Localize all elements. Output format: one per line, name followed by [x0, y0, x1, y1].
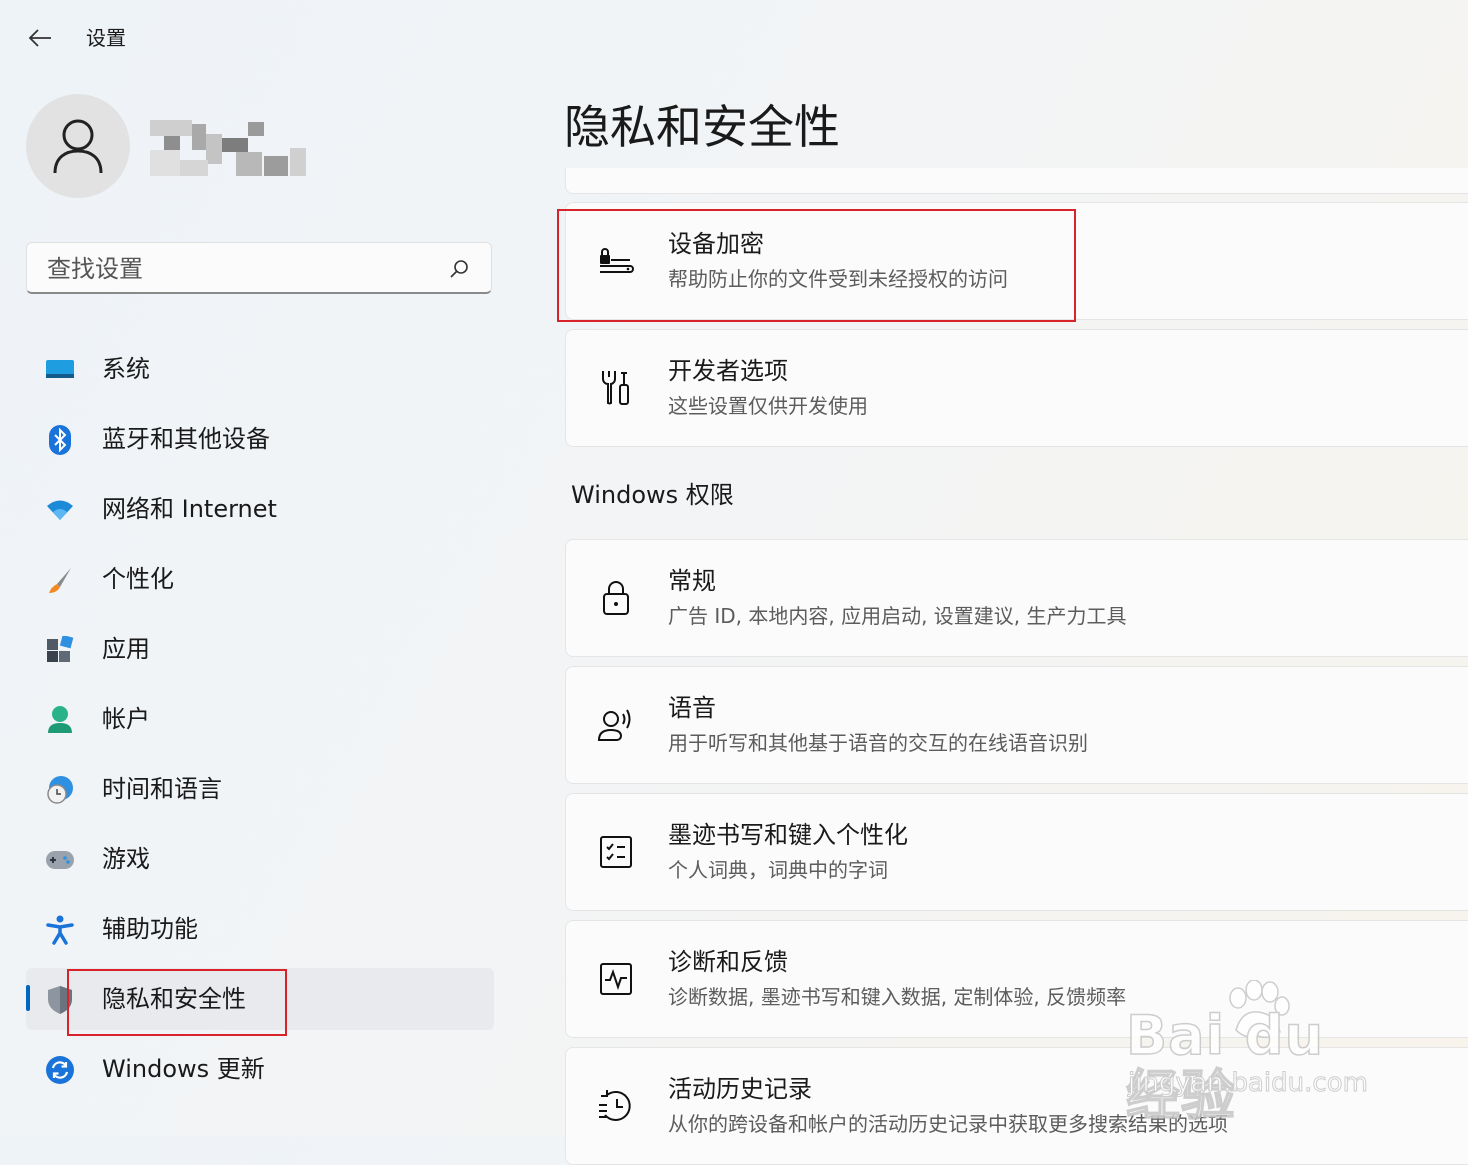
card-title: 开发者选项 [668, 357, 788, 385]
globe-clock-icon [44, 774, 76, 806]
sidebar-item-label: 游戏 [102, 845, 150, 873]
account-icon [44, 704, 76, 736]
sidebar-item-gaming[interactable]: 游戏 [26, 828, 494, 890]
person-icon [53, 119, 103, 174]
sidebar-item-label: 蓝牙和其他设备 [102, 425, 270, 453]
ink-typing-icon [596, 832, 636, 872]
card-developer-options[interactable]: 开发者选项 这些设置仅供开发使用 [565, 329, 1468, 447]
card-inking-typing[interactable]: 墨迹书写和键入个性化 个人词典，词典中的字词 [565, 793, 1468, 911]
card-subtitle: 广告 ID, 本地内容, 应用启动, 设置建议, 生产力工具 [668, 604, 1127, 628]
card-title: 语音 [668, 694, 716, 722]
card-title: 诊断和反馈 [668, 948, 788, 976]
avatar[interactable] [26, 94, 130, 198]
sidebar-item-label: Windows 更新 [102, 1055, 265, 1083]
sidebar-item-label: 帐户 [102, 705, 150, 733]
watermark-url: jingyan.baidu.com [1128, 1068, 1369, 1099]
sidebar-item-apps[interactable]: 应用 [26, 618, 494, 680]
lock-icon [596, 578, 636, 618]
baidu-watermark: Bai du 经验 jingyan.baidu.com [1124, 980, 1394, 1126]
back-button[interactable] [24, 24, 56, 52]
selection-indicator [26, 985, 30, 1011]
sidebar-item-label: 时间和语言 [102, 775, 222, 803]
card-title: 墨迹书写和键入个性化 [668, 821, 908, 849]
developer-tools-icon [596, 368, 636, 408]
search-input[interactable] [45, 253, 449, 285]
paintbrush-icon [44, 564, 76, 596]
accessibility-icon [44, 914, 76, 946]
card-subtitle: 用于听写和其他基于语音的交互的在线语音识别 [668, 731, 1088, 755]
annotation-highlight-box [67, 969, 287, 1036]
card-title: 活动历史记录 [668, 1075, 812, 1103]
sidebar-item-label: 辅助功能 [102, 915, 198, 943]
sidebar-item-system[interactable]: 系统 [26, 338, 494, 400]
arrow-left-icon [28, 29, 51, 47]
card-subtitle: 诊断数据, 墨迹书写和键入数据, 定制体验, 反馈频率 [668, 985, 1127, 1009]
sidebar-item-accounts[interactable]: 帐户 [26, 688, 494, 750]
sidebar-item-label: 网络和 Internet [102, 495, 277, 523]
card-title: 常规 [668, 567, 716, 595]
bluetooth-icon [44, 424, 76, 456]
card-subtitle: 这些设置仅供开发使用 [668, 394, 868, 418]
app-title: 设置 [86, 26, 126, 50]
page-title: 隐私和安全性 [564, 100, 840, 154]
user-name-redacted [150, 120, 306, 178]
history-icon [596, 1086, 636, 1126]
speech-icon [596, 705, 636, 745]
card-scrolled-partial[interactable] [565, 168, 1468, 194]
windows-update-icon [44, 1054, 76, 1086]
sidebar-item-label: 个性化 [102, 565, 174, 593]
sidebar-item-windows-update[interactable]: Windows 更新 [26, 1038, 494, 1100]
section-heading: Windows 权限 [571, 481, 734, 509]
sidebar-item-time-language[interactable]: 时间和语言 [26, 758, 494, 820]
sidebar-item-label: 系统 [102, 355, 150, 383]
sidebar-item-personalization[interactable]: 个性化 [26, 548, 494, 610]
annotation-highlight-box [557, 209, 1076, 322]
card-general[interactable]: 常规 广告 ID, 本地内容, 应用启动, 设置建议, 生产力工具 [565, 539, 1468, 657]
sidebar-item-label: 应用 [102, 635, 150, 663]
diagnostics-icon [596, 959, 636, 999]
search-box[interactable] [26, 242, 492, 294]
search-icon[interactable] [447, 257, 471, 281]
wifi-icon [44, 494, 76, 526]
apps-icon [44, 634, 76, 666]
sidebar-item-bluetooth[interactable]: 蓝牙和其他设备 [26, 408, 494, 470]
card-speech[interactable]: 语音 用于听写和其他基于语音的交互的在线语音识别 [565, 666, 1468, 784]
gamepad-icon [44, 844, 76, 876]
card-subtitle: 个人词典，词典中的字词 [668, 858, 888, 882]
sidebar-item-accessibility[interactable]: 辅助功能 [26, 898, 494, 960]
watermark-brand: Bai du 经验 [1125, 1004, 1325, 1127]
sidebar-item-network[interactable]: 网络和 Internet [26, 478, 494, 540]
monitor-icon [44, 354, 76, 386]
